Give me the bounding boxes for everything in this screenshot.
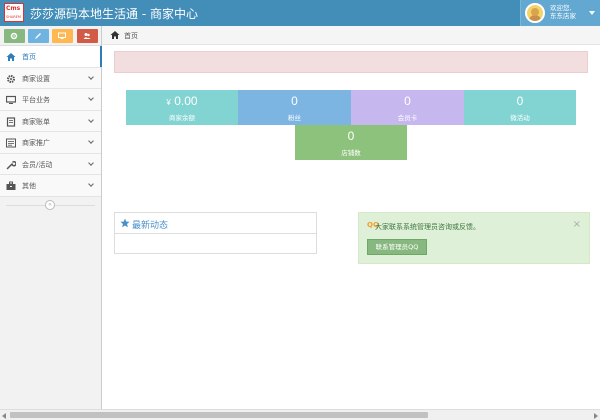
stat-label: 微活动 (510, 114, 530, 122)
shortcut-edit-button[interactable] (28, 29, 49, 43)
sidebar-item-merchant-settings[interactable]: 商家设置 (0, 67, 101, 89)
stat-micro-activities[interactable]: 0 微活动 (464, 90, 576, 125)
gear-icon (7, 74, 15, 83)
welcome-text: 欢迎您, (550, 4, 572, 12)
sidebar-item-home[interactable]: 首页 (0, 46, 102, 68)
sidebar-item-label: 商家推广 (22, 139, 50, 147)
stat-value: ¥ 0.00 (126, 94, 238, 108)
sidebar-item-label: 商家账单 (22, 117, 50, 126)
scrollbar-thumb[interactable] (10, 412, 428, 418)
notice-text: 大家联系系统管理员咨询或反馈。 (375, 223, 480, 231)
star-icon (120, 218, 130, 228)
chevron-down-icon (88, 73, 94, 80)
sidebar-item-label: 首页 (22, 53, 36, 61)
sidebar-item-merchant-bills[interactable]: 商家账单 (0, 110, 101, 132)
stat-store-count[interactable]: 0 店铺数 (295, 125, 407, 160)
user-welcome: 欢迎您, 东东店家 (550, 4, 576, 20)
brand-logo[interactable]: Cms SHAREM (4, 3, 24, 22)
shortcut-users-button[interactable] (77, 29, 98, 43)
sidebar-item-members-activities[interactable]: 会员/活动 (0, 153, 101, 175)
logo-subtext: SHAREM (6, 15, 21, 19)
stat-value: 0 (516, 94, 524, 108)
chevron-down-icon (88, 181, 94, 187)
horizontal-scrollbar[interactable] (0, 409, 600, 420)
stat-label: 店铺数 (341, 149, 361, 157)
sidebar-item-merchant-promotion[interactable]: 商家推广 (0, 132, 101, 154)
news-panel-header: 最新动态 (115, 213, 316, 234)
book-icon (6, 116, 16, 127)
pencil-icon (35, 33, 41, 39)
chevron-down-icon (88, 95, 94, 101)
sidebar-item-label: 商家设置 (22, 74, 50, 83)
sidebar-collapse: « (0, 197, 101, 213)
sidebar: 首页 商家设置 平台业务 商家账单 商家推广 会员/活动 其他 « (0, 26, 102, 420)
sidebar-item-label: 平台业务 (22, 96, 50, 104)
desktop-icon (6, 95, 16, 104)
stat-merchant-balance[interactable]: ¥ 0.00 商家余额 (126, 90, 238, 125)
sidebar-item-other[interactable]: 其他 (0, 175, 101, 197)
user-name: 东东店家 (550, 12, 576, 20)
briefcase-icon (6, 181, 16, 190)
breadcrumb-home-link[interactable]: 首页 (124, 31, 138, 41)
app-title[interactable]: 莎莎源码本地生活通 - 商家中心 (30, 5, 198, 22)
chevron-down-icon (88, 116, 94, 123)
stat-label: 会员卡 (397, 114, 418, 122)
scroll-right-arrow-icon[interactable] (594, 413, 598, 419)
close-icon[interactable]: × (573, 219, 581, 230)
chevron-down-icon (88, 138, 94, 144)
top-navbar: Cms SHAREM 莎莎源码本地生活通 - 商家中心 欢迎您, 东东店家 (0, 0, 600, 26)
chevron-down-icon (88, 159, 94, 166)
news-panel-title: 最新动态 (132, 221, 169, 231)
stat-number: 0.00 (174, 94, 198, 108)
shortcut-buttons (0, 26, 101, 46)
sidebar-item-platform-business[interactable]: 平台业务 (0, 89, 101, 111)
gear-icon (10, 32, 18, 40)
sidebar-item-label: 会员/活动 (22, 160, 53, 169)
breadcrumb: 首页 (102, 26, 600, 45)
stat-value: 0 (347, 129, 355, 143)
sidebar-item-label: 其他 (22, 182, 36, 190)
contact-admin-notice: QQ 大家联系系统管理员咨询或反馈。 × 联系管理员QQ (358, 212, 590, 264)
stat-label: 商家余额 (169, 114, 195, 122)
logo-text: Cms (6, 5, 21, 12)
collapse-sidebar-button[interactable]: « (45, 199, 55, 210)
wrench-icon (6, 160, 16, 169)
caret-down-icon[interactable] (589, 11, 595, 15)
users-icon (83, 33, 91, 39)
stat-fans[interactable]: 0 粉丝 (238, 90, 351, 125)
stat-value: 0 (404, 94, 411, 108)
user-menu[interactable]: 欢迎您, 东东店家 (520, 0, 600, 26)
desktop-icon (58, 32, 66, 39)
currency-symbol: ¥ (166, 98, 171, 107)
stat-value: 0 (291, 94, 298, 108)
scroll-left-arrow-icon[interactable] (2, 413, 6, 419)
home-icon (6, 53, 16, 61)
shortcut-desktop-button[interactable] (52, 29, 73, 43)
home-icon[interactable] (110, 30, 120, 40)
list-icon (6, 138, 16, 148)
avatar[interactable] (525, 3, 545, 23)
alert-banner (114, 51, 588, 73)
stat-member-cards[interactable]: 0 会员卡 (351, 90, 464, 125)
shortcut-settings-button[interactable] (4, 29, 25, 43)
latest-news-panel: 最新动态 (114, 212, 317, 254)
contact-admin-qq-button[interactable]: 联系管理员QQ (367, 239, 427, 255)
stat-label: 粉丝 (288, 114, 301, 122)
